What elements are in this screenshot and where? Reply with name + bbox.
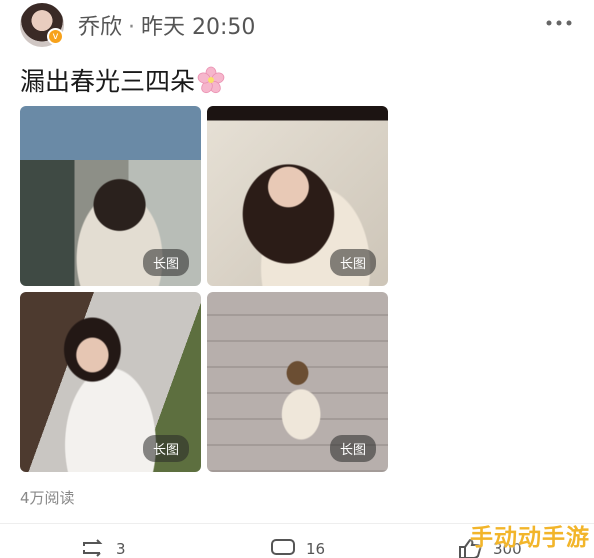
username[interactable]: 乔欣: [78, 15, 122, 40]
comment-icon: [271, 539, 295, 555]
post-header: 乔欣 · 昨天 20:50: [78, 9, 255, 41]
timestamp: 昨天 20:50: [141, 15, 256, 40]
long-image-badge: 长图: [142, 435, 189, 462]
cherry-blossom-icon: [197, 66, 225, 94]
long-image-badge: 长图: [329, 249, 376, 276]
photo-3[interactable]: 长图: [20, 292, 201, 472]
post-caption: 漏出春光三四朵: [20, 67, 196, 96]
site-watermark: 手动动手游: [470, 525, 590, 551]
photo-2[interactable]: 长图: [207, 106, 388, 286]
more-dots-icon[interactable]: [546, 20, 572, 26]
repost-icon: [83, 539, 103, 557]
photo-1[interactable]: 长图: [20, 106, 201, 286]
verified-badge-icon: v: [47, 28, 64, 45]
comment-count: 16: [306, 540, 326, 558]
repost-count: 3: [116, 540, 126, 558]
read-count: 4万阅读: [20, 489, 75, 507]
repost-button[interactable]: 3: [80, 538, 126, 558]
long-image-badge: 长图: [329, 435, 376, 462]
post-text: 漏出春光三四朵: [20, 62, 225, 98]
separator: ·: [128, 15, 136, 40]
photo-4[interactable]: 长图: [207, 292, 388, 472]
long-image-badge: 长图: [142, 249, 189, 276]
comment-button[interactable]: 16: [270, 538, 325, 558]
